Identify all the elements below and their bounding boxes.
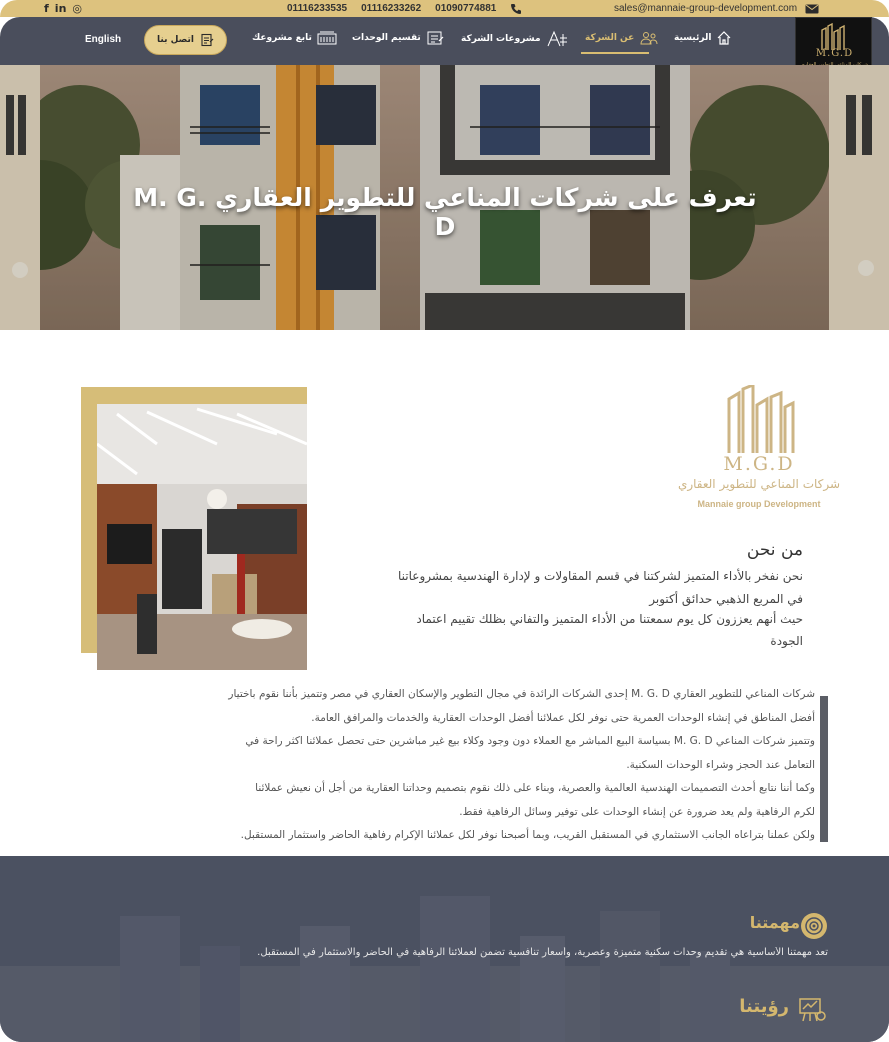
about-paragraph-line: في المربع الذهبي حدائق أكتوبر xyxy=(649,592,803,606)
company-description: شركات المناعي للتطوير العقاري M. G. D إح… xyxy=(210,683,815,848)
vision-title: رؤيتنا xyxy=(739,996,789,1017)
description-line: لكرم الرفاهية ولم يعد ضرورة عن إنشاء الو… xyxy=(459,805,815,818)
nav-label: الرئيسية xyxy=(674,33,712,43)
mail-icon xyxy=(805,4,819,13)
company-projects-icon xyxy=(547,30,567,47)
logo-english-text: Mannaie group Development xyxy=(697,499,821,509)
nav-about-company[interactable]: عن الشركة xyxy=(585,30,659,46)
office-interior-image xyxy=(97,404,307,670)
about-company-logo: M.G.D شركات المناعي للتطوير العقاري Mann… xyxy=(664,385,840,515)
email-address[interactable]: sales@mannaie-group-development.com xyxy=(614,2,797,15)
about-company-icon xyxy=(640,32,658,45)
logo-mgd-text: M.G.D xyxy=(723,453,795,475)
description-accent-bar xyxy=(820,696,828,842)
contact-form-icon xyxy=(201,33,214,47)
nav-label: تابع مشروعك xyxy=(252,33,312,43)
phone-number[interactable]: 01116233535 xyxy=(287,2,347,15)
language-switch[interactable]: English xyxy=(85,34,121,45)
nav-label: مشروعات الشركة xyxy=(461,34,541,44)
phone-number[interactable]: 01090774881 xyxy=(435,2,496,15)
mission-text: تعد مهمتنا الأساسية هي تقديم وحدات سكنية… xyxy=(257,947,828,958)
social-links: f in ◎ xyxy=(44,2,82,15)
active-nav-indicator xyxy=(581,52,649,54)
about-paragraph-line: الجودة xyxy=(770,634,803,648)
instagram-icon[interactable]: ◎ xyxy=(72,2,82,15)
description-line: وكما أننا نتابع أحدث التصميمات الهندسية … xyxy=(255,782,815,794)
email-contact[interactable]: sales@mannaie-group-development.com xyxy=(614,2,819,15)
main-navigation: English اتصل بنا تابع مشروعك تقسيم الوحد… xyxy=(0,17,889,65)
nav-label: عن الشركة xyxy=(585,33,635,43)
about-paragraph-line: نحن نفخر بالأداء المتميز لشركتنا في قسم … xyxy=(398,569,803,583)
nav-track-project[interactable]: تابع مشروعك xyxy=(252,30,337,46)
track-project-icon xyxy=(317,31,337,45)
office-interior-photo xyxy=(97,404,307,670)
description-line: التعامل عند الحجز وشراء الوحدات السكنية. xyxy=(626,758,815,771)
nav-home[interactable]: الرئيسية xyxy=(674,30,732,46)
facebook-icon[interactable]: f xyxy=(44,2,49,15)
logo-arabic-text: شركات المناعي للتطوير العقاري xyxy=(677,477,841,491)
vision-icon xyxy=(799,998,826,1022)
nav-company-projects[interactable]: مشروعات الشركة xyxy=(461,30,568,48)
description-line: أفضل المناطق في إنشاء الوحدات العمرية حت… xyxy=(311,711,815,724)
phone-numbers: 01116233535 01116233262 01090774881 xyxy=(287,2,522,15)
hero-title: تعرف على شركات المناعي للتطوير العقاري M… xyxy=(133,183,757,241)
description-line: وتتميز شركات المناعي M. G. D بسياسة البي… xyxy=(245,735,815,747)
description-line: شركات المناعي للتطوير العقاري M. G. D إح… xyxy=(228,688,815,700)
target-icon xyxy=(801,913,827,939)
home-icon xyxy=(717,31,731,45)
phone-number[interactable]: 01116233262 xyxy=(361,2,421,15)
logo-buildings-icon xyxy=(727,385,795,453)
top-contact-bar: f in ◎ 01116233535 01116233262 010907748… xyxy=(0,0,889,17)
nav-units-division[interactable]: تقسيم الوحدات xyxy=(352,30,444,46)
phone-icon xyxy=(511,3,522,14)
about-paragraph-line: حيث أنهم يعززون كل يوم سمعتنا من الأداء … xyxy=(416,612,803,626)
mission-vision-section: مهمتنا تعد مهمتنا الأساسية هي تقديم وحدا… xyxy=(0,856,889,1042)
linkedin-icon[interactable]: in xyxy=(55,2,67,15)
description-line: ولكن عملنا بتراعاه الجانب الاستثماري في … xyxy=(240,829,815,841)
contact-us-button[interactable]: اتصل بنا xyxy=(144,25,227,55)
units-division-icon xyxy=(427,31,444,45)
nav-label: تقسيم الوحدات xyxy=(352,33,421,43)
hero-banner: تعرف على شركات المناعي للتطوير العقاري M… xyxy=(0,65,889,330)
contact-us-label: اتصل بنا xyxy=(157,35,194,45)
mission-title: مهمتنا xyxy=(749,913,800,932)
about-heading: من نحن xyxy=(746,540,803,560)
logo-mgd-text: M.G.D xyxy=(815,48,854,59)
